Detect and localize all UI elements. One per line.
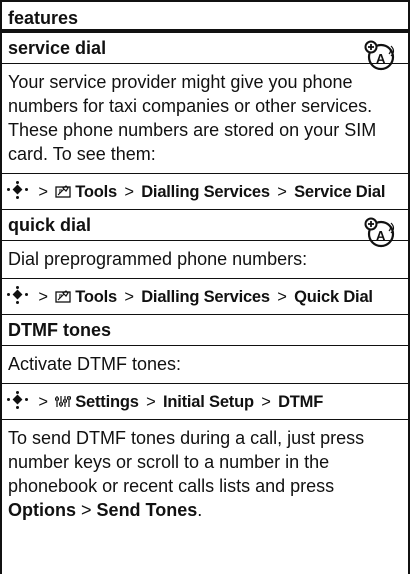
- section-title: service dial A: [2, 33, 408, 71]
- svg-text:A: A: [376, 51, 386, 66]
- dtmf-menu-path: > Settings > Initial Setup > DTMF: [2, 383, 408, 419]
- table-header: features: [2, 0, 408, 33]
- tools-icon: [55, 185, 71, 198]
- quick-dial-description: Dial preprogrammed phone numbers:: [2, 240, 408, 278]
- dtmf-note: To send DTMF tones during a call, just p…: [2, 419, 408, 529]
- network-dependent-icon: A: [364, 40, 395, 71]
- dtmf-description: Activate DTMF tones:: [2, 345, 408, 383]
- section-service-dial: service dial A Your service provider mig…: [2, 33, 408, 210]
- svg-text:A: A: [376, 228, 386, 243]
- nav-key-icon: [7, 286, 28, 304]
- section-title: DTMF tones: [8, 320, 111, 340]
- tools-icon: [55, 290, 71, 303]
- network-dependent-icon: A: [364, 217, 395, 248]
- section-quick-dial: quick dial A Dial preprogrammed phone nu…: [2, 210, 408, 315]
- section-dtmf-tones: DTMF tones Activate DTMF tones: > Settin…: [2, 315, 408, 529]
- settings-icon: [55, 396, 72, 407]
- service-dial-menu-path: > Tools > Dialling Services > Service Di…: [2, 173, 408, 209]
- nav-key-icon: [7, 181, 28, 199]
- section-title: quick dial A: [2, 210, 408, 248]
- quick-dial-menu-path: > Tools > Dialling Services > Quick Dial: [2, 278, 408, 314]
- features-table: features service dial A Your service pro…: [0, 0, 410, 574]
- header-title: features: [8, 8, 79, 28]
- service-dial-description: Your service provider might give you pho…: [2, 63, 408, 173]
- nav-key-icon: [7, 391, 28, 409]
